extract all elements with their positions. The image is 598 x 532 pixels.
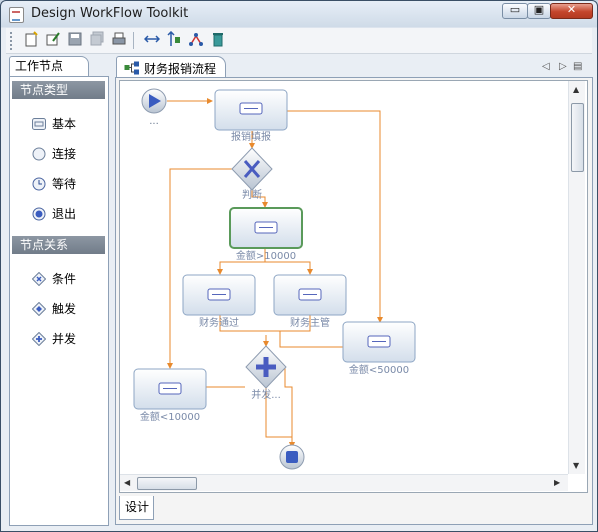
start-node[interactable] [141, 88, 167, 114]
horizontal-scrollbar[interactable]: ◀ ▶ [120, 474, 568, 491]
trigger-icon [32, 302, 46, 316]
workflow-diagram[interactable]: ... 报销填报 判断 金额>10000 财务通过 财务主管 金额<50000 … [120, 81, 568, 474]
node-gt10000[interactable] [229, 207, 303, 249]
align-horizontal-icon [143, 35, 161, 43]
horizontal-scroll-thumb[interactable] [137, 477, 197, 490]
node-lt50000-label: 金额<50000 [349, 363, 409, 376]
vertical-scroll-thumb[interactable] [571, 103, 584, 172]
align-vertical-button[interactable] [165, 30, 183, 49]
diagram-canvas[interactable]: ... 报销填报 判断 金额>10000 财务通过 财务主管 金额<50000 … [119, 80, 588, 493]
app-icon [9, 7, 24, 23]
decision-node[interactable] [231, 147, 273, 191]
connection-node-icon [32, 147, 46, 161]
app-window: Design WorkFlow Toolkit ▭ ▣ ✕ 工作节点 节点类型 … [0, 0, 598, 532]
basic-node-icon [32, 118, 46, 130]
palette-tab-strip: 工作节点 [7, 56, 107, 76]
title-bar[interactable]: Design WorkFlow Toolkit ▭ ▣ ✕ [1, 1, 597, 27]
trash-icon [213, 33, 223, 47]
maximize-button[interactable]: ▣ [527, 3, 551, 19]
node-gt10000-label: 金额>10000 [236, 249, 296, 262]
save-all-button[interactable] [88, 31, 106, 49]
tab-scroll-right-icon[interactable]: ▷ [559, 61, 567, 72]
workflow-icon [124, 61, 139, 75]
node-lt10000-label: 金额<10000 [140, 410, 200, 423]
save-button[interactable] [66, 31, 84, 49]
node-approved-label: 财务通过 [199, 316, 239, 329]
node-lt50000[interactable] [342, 321, 416, 363]
node-baoxiao-label: 报销填报 [231, 130, 271, 143]
delete-button[interactable] [209, 31, 227, 49]
toolbar-separator [133, 32, 134, 49]
node-supervisor[interactable] [273, 274, 347, 316]
close-icon: ✕ [566, 3, 577, 16]
node-supervisor-label: 财务主管 [290, 316, 330, 329]
edit-icon [46, 32, 60, 46]
connect-nodes-icon [189, 33, 203, 46]
node-approved[interactable] [182, 274, 256, 316]
new-file-icon [25, 31, 38, 47]
connect-nodes-button[interactable] [187, 31, 205, 49]
exit-node-icon [32, 207, 46, 221]
close-button[interactable]: ✕ [550, 3, 593, 19]
tab-work-nodes[interactable]: 工作节点 [9, 56, 89, 76]
wait-node-icon [32, 177, 46, 191]
vertical-scrollbar[interactable]: ▲ ▼ [568, 81, 585, 474]
node-palette: 节点类型 基本 连接 等待 退出 节点关系 条件 触发 并发 [9, 76, 109, 526]
align-vertical-icon [167, 30, 180, 46]
align-horizontal-button[interactable] [143, 31, 161, 49]
decision-node-label: 判断 [242, 188, 262, 201]
edit-button[interactable] [44, 31, 62, 49]
start-node-label: ... [149, 116, 159, 127]
print-icon [112, 32, 126, 45]
minimize-icon: ▭ [509, 3, 521, 16]
node-baoxiao[interactable] [214, 89, 288, 131]
window-title: Design WorkFlow Toolkit [31, 6, 189, 21]
toolbar [6, 28, 592, 54]
tab-scroll-left-icon[interactable]: ◁ [542, 61, 550, 72]
condition-icon [32, 272, 46, 286]
toolbar-grip[interactable] [10, 32, 14, 50]
minimize-button[interactable]: ▭ [502, 3, 528, 19]
scroll-up-icon[interactable]: ▲ [573, 85, 579, 94]
print-button[interactable] [110, 31, 128, 49]
node-lt10000[interactable] [133, 368, 207, 410]
editor-tab-strip: 财务报销流程 ◁ ▷ ▤ [114, 56, 592, 78]
new-file-button[interactable] [22, 31, 40, 49]
category-node-relations[interactable]: 节点关系 [12, 236, 105, 254]
tab-design[interactable]: 设计 [119, 496, 154, 520]
parallel-node[interactable] [245, 345, 287, 389]
maximize-icon: ▣ [533, 3, 545, 16]
scroll-left-icon[interactable]: ◀ [124, 478, 130, 487]
concurrent-icon [32, 332, 46, 346]
save-icon [68, 32, 82, 46]
save-all-icon [90, 31, 104, 46]
scroll-down-icon[interactable]: ▼ [573, 461, 579, 470]
parallel-node-label: 并发... [251, 388, 281, 401]
tab-list-icon[interactable]: ▤ [573, 61, 582, 72]
tab-financial-reimbursement[interactable]: 财务报销流程 [116, 56, 226, 78]
scroll-right-icon[interactable]: ▶ [554, 478, 560, 487]
category-node-types[interactable]: 节点类型 [12, 81, 105, 99]
end-node[interactable] [279, 444, 305, 470]
